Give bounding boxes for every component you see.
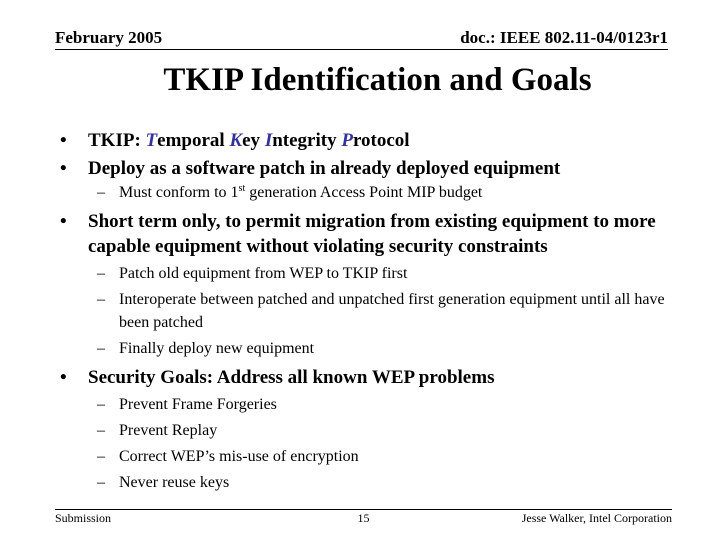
- header-doc-id: doc.: IEEE 802.11-04/0123r1: [460, 28, 668, 47]
- sub-bullet-text: generation Access Point MIP budget: [245, 184, 483, 201]
- acronym-rest: rotocol: [352, 130, 410, 151]
- bullet-icon: •: [60, 130, 67, 151]
- footer-author: Jesse Walker, Intel Corporation: [521, 511, 672, 525]
- dash-icon: –: [97, 265, 105, 282]
- sub-bullet-text: Must conform to 1: [119, 184, 239, 201]
- sub-bullet: – Patch old equipment from WEP to TKIP f…: [58, 262, 678, 285]
- sub-bullet-text: Interoperate between patched and unpatch…: [119, 291, 665, 331]
- sub-bullet-text: Patch old equipment from WEP to TKIP fir…: [119, 265, 408, 282]
- slide-footer: Submission 15 Jesse Walker, Intel Corpor…: [55, 509, 672, 526]
- dash-icon: –: [97, 448, 105, 465]
- acronym-rest: ntegrity: [272, 130, 342, 151]
- bullet-text: Deploy as a software patch in already de…: [88, 158, 561, 179]
- sub-bullet-text: Never reuse keys: [119, 474, 230, 491]
- slide-title: TKIP Identification and Goals: [163, 62, 592, 98]
- sub-bullet: – Must conform to 1st generation Access …: [58, 181, 678, 204]
- sub-bullet-text: Finally deploy new equipment: [119, 340, 315, 357]
- acronym-rest: emporal: [157, 130, 230, 151]
- bullet-text: Short term only, to permit migration fro…: [88, 211, 656, 257]
- acronym-rest: ey: [242, 130, 265, 151]
- bullet-security-goals: • Security Goals: Address all known WEP …: [58, 365, 678, 390]
- acronym-initial-p: P: [341, 130, 353, 151]
- bullet-short-term: • Short term only, to permit migration f…: [58, 209, 678, 259]
- dash-icon: –: [97, 340, 105, 357]
- bullet-text: Security Goals: Address all known WEP pr…: [88, 367, 495, 388]
- bullet-prefix: TKIP:: [88, 130, 146, 151]
- sub-bullet-text: Prevent Replay: [119, 422, 218, 439]
- sub-bullet: – Prevent Replay: [58, 419, 678, 442]
- sub-bullet: – Correct WEP’s mis-use of encryption: [58, 445, 678, 468]
- acronym-initial-k: K: [229, 130, 243, 151]
- bullet-tkip-definition: • TKIP: Temporal Key Integrity Protocol: [58, 128, 678, 153]
- sub-bullet: – Finally deploy new equipment: [58, 337, 678, 360]
- sub-bullet: – Prevent Frame Forgeries: [58, 393, 678, 416]
- sub-bullet: – Interoperate between patched and unpat…: [58, 288, 678, 334]
- dash-icon: –: [97, 184, 105, 201]
- bullet-icon: •: [60, 211, 67, 232]
- dash-icon: –: [97, 422, 105, 439]
- slide-body: • TKIP: Temporal Key Integrity Protocol …: [58, 128, 678, 494]
- dash-icon: –: [97, 396, 105, 413]
- sub-bullet-text: Correct WEP’s mis-use of encryption: [119, 448, 359, 465]
- slide-header: February 2005 doc.: IEEE 802.11-04/0123r…: [55, 28, 668, 50]
- bullet-icon: •: [60, 367, 67, 388]
- header-date: February 2005: [55, 28, 163, 47]
- dash-icon: –: [97, 291, 105, 308]
- sub-bullet-text: Prevent Frame Forgeries: [119, 396, 277, 413]
- bullet-icon: •: [60, 158, 67, 179]
- acronym-initial-t: T: [145, 130, 158, 151]
- sub-bullet: – Never reuse keys: [58, 471, 678, 494]
- dash-icon: –: [97, 474, 105, 491]
- bullet-deploy: • Deploy as a software patch in already …: [58, 156, 678, 181]
